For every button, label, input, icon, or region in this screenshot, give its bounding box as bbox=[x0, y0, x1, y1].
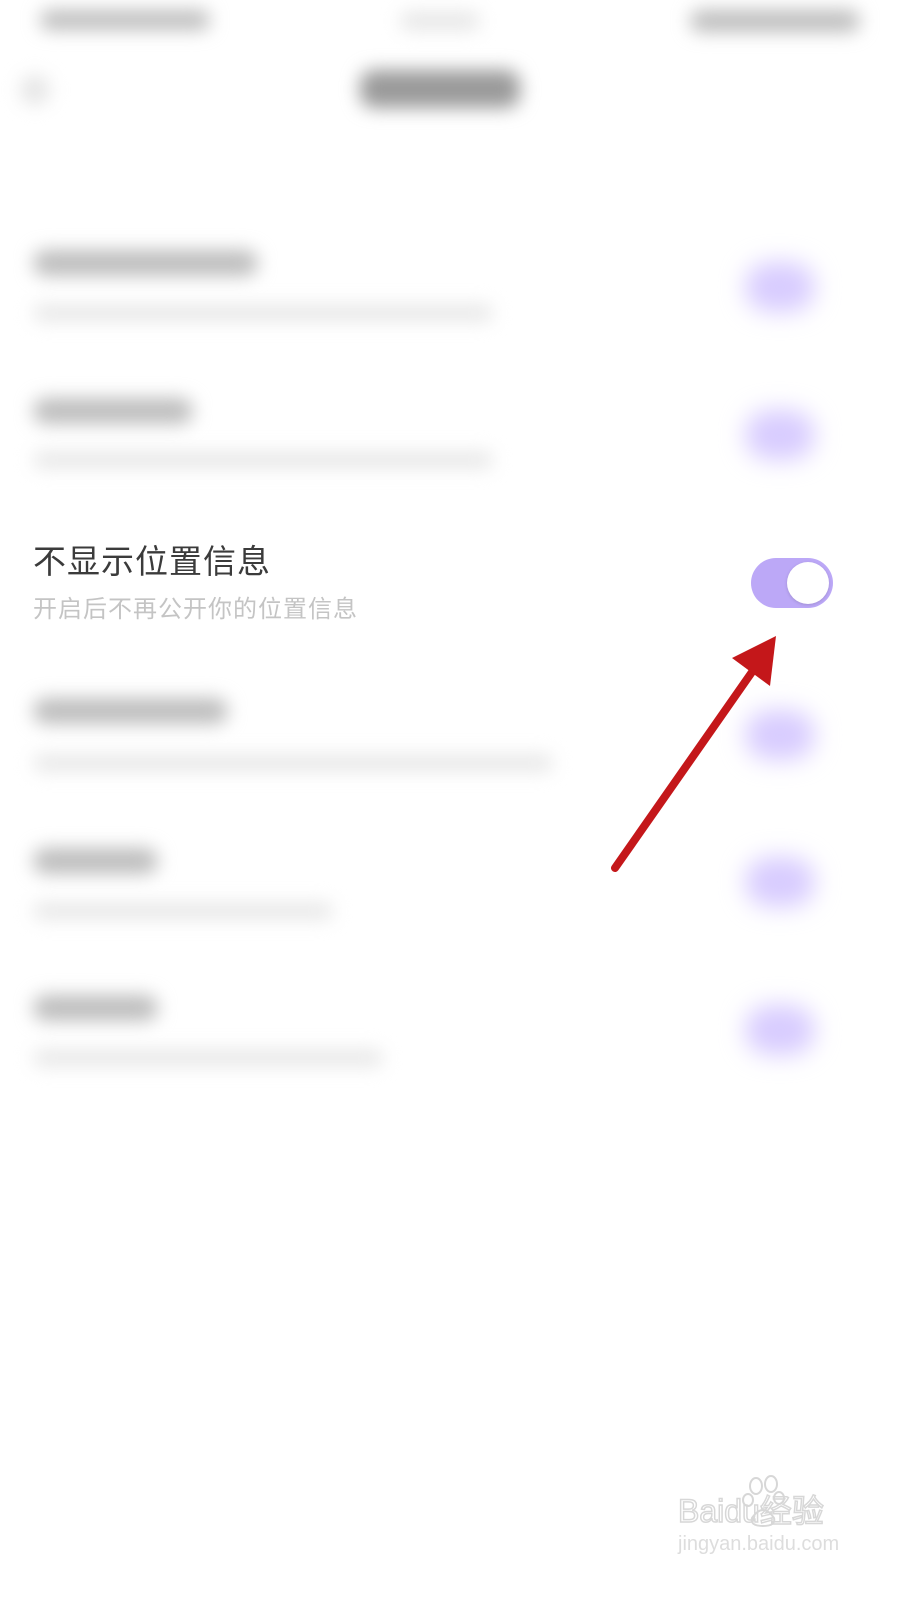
privacy-settings-screen: 不显示位置信息 开启后不再公开你的位置信息 Baidu经验 jingyan.ba… bbox=[0, 0, 900, 1600]
setting-description: 开启后不再公开你的位置信息 bbox=[33, 595, 358, 623]
blurred-row-desc bbox=[33, 1050, 383, 1066]
blurred-row-title bbox=[33, 698, 228, 724]
blurred-row-toggle bbox=[745, 262, 815, 312]
blurred-row-title bbox=[33, 848, 158, 874]
blurred-row-desc bbox=[33, 452, 493, 468]
blurred-status-right bbox=[690, 10, 860, 32]
blurred-status-center bbox=[400, 12, 480, 30]
blurred-row-toggle bbox=[745, 410, 815, 460]
blurred-row-toggle bbox=[745, 1005, 815, 1055]
blurred-row-toggle bbox=[745, 710, 815, 760]
toggle-knob bbox=[787, 562, 829, 604]
blurred-status-left bbox=[40, 10, 210, 30]
blurred-row-title bbox=[33, 250, 258, 276]
blurred-back-icon bbox=[20, 75, 50, 105]
watermark-url: jingyan.baidu.com bbox=[677, 1533, 839, 1555]
hide-location-toggle[interactable] bbox=[751, 558, 833, 608]
hide-location-setting-row: 不显示位置信息 开启后不再公开你的位置信息 bbox=[0, 520, 900, 650]
blurred-row-desc bbox=[33, 305, 493, 321]
blurred-row-desc bbox=[33, 755, 553, 771]
blurred-row-title bbox=[33, 398, 193, 424]
setting-title: 不显示位置信息 bbox=[33, 542, 271, 581]
annotation-arrow bbox=[611, 636, 776, 872]
blurred-background bbox=[0, 0, 900, 1600]
blurred-header-title bbox=[360, 70, 520, 108]
baidu-jingyan-watermark: Baidu经验 jingyan.baidu.com bbox=[677, 1475, 839, 1555]
blurred-row-title bbox=[33, 995, 158, 1021]
blurred-row-toggle bbox=[745, 857, 815, 907]
watermark-brand: Baidu经验 bbox=[678, 1493, 824, 1529]
blurred-row-desc bbox=[33, 903, 333, 919]
